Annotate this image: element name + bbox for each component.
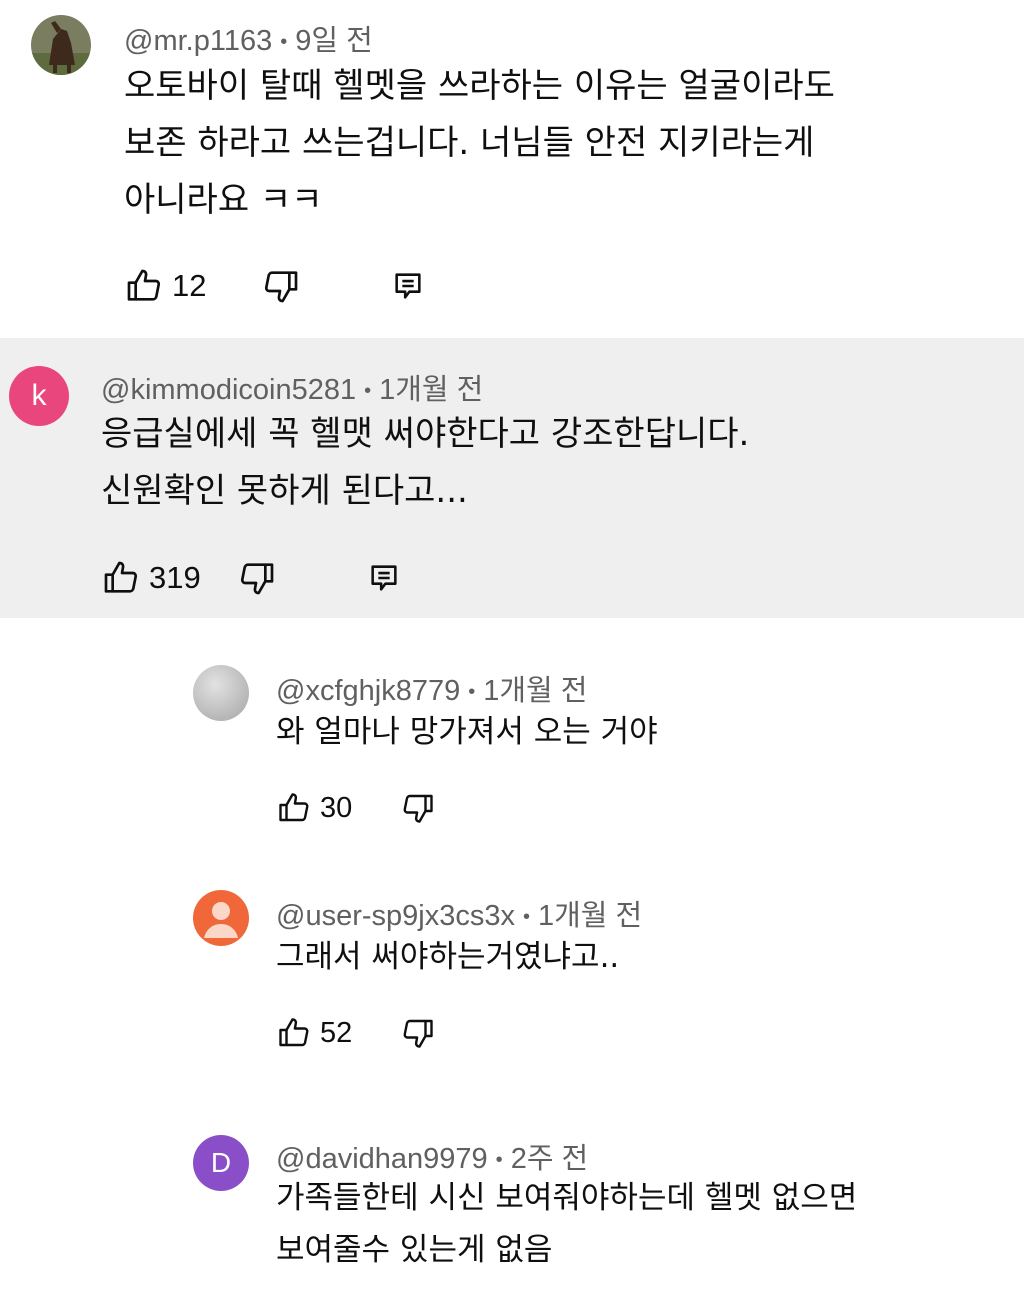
comment-time: 2주 전 — [510, 1143, 589, 1175]
comment-time: 1개월 전 — [537, 900, 643, 932]
comment-line: 신원확인 못하게 된다고... — [101, 471, 468, 511]
comment-line: 와 얼마나 망가져서 오는 거야 — [276, 714, 658, 750]
comment-time: 1개월 전 — [483, 675, 588, 707]
avatar-letter: k — [31, 379, 47, 412]
comment-thread-highlighted: k @kimmodicoin5281 • 1개월 전 응급실에세 꼭 헬맷 써야한다… — [0, 338, 1024, 618]
like-count: 52 — [320, 1016, 353, 1049]
dislike-button[interactable] — [400, 1015, 436, 1051]
reply-icon — [371, 565, 397, 591]
comment-time: 1개월 전 — [379, 374, 484, 406]
author-name[interactable]: @user-sp9jx3cs3x — [276, 900, 515, 932]
thumbs-up-icon — [104, 561, 138, 593]
dislike-button[interactable] — [237, 558, 277, 598]
comment-text: 응급실에세 꼭 헬맷 써야한다고 강조한답니다. 신원확인 못하게 된다고... — [101, 406, 749, 520]
author-name[interactable]: @xcfghjk8779 — [276, 675, 460, 707]
comment-line: 오토바이 탈때 헬멧을 쓰라하는 이유는 얼굴이라도 — [124, 66, 835, 106]
comment-line: 보여줄수 있는게 없음 — [276, 1232, 553, 1268]
like-count: 30 — [320, 791, 353, 824]
comment-actions: 52 — [276, 1015, 436, 1051]
avatar[interactable] — [193, 665, 249, 721]
thumbs-up-icon — [279, 1018, 309, 1047]
comment-line: 가족들한테 시신 보여줘야하는데 헬멧 없으면 — [276, 1180, 858, 1216]
comment-actions: 12 — [124, 266, 425, 306]
reply: @xcfghjk8779 • 1개월 전 와 얼마나 망가져서 오는 거야 30 — [0, 640, 1024, 850]
author-name[interactable]: @davidhan9979 — [276, 1143, 488, 1175]
reply: D @davidhan9979 • 2주 전 가족들한테 시신 보여줘야하는데 헬멧… — [0, 1110, 1024, 1311]
avatar[interactable]: k — [9, 366, 69, 426]
avatar[interactable] — [31, 15, 91, 75]
comment-text: 와 얼마나 망가져서 오는 거야 — [276, 706, 658, 758]
like-button[interactable]: 12 — [124, 266, 206, 306]
thumbs-down-icon — [265, 271, 298, 303]
thumbs-down-icon — [403, 794, 433, 823]
comment-thread: @mr.p1163 • 9일 전 오토바이 탈때 헬멧을 쓰라하는 이유는 얼굴이라… — [0, 0, 1024, 338]
thumbs-down-icon — [403, 1019, 433, 1048]
comment-text: 오토바이 탈때 헬멧을 쓰라하는 이유는 얼굴이라도 보존 하라고 쓰는겁니다.… — [124, 58, 835, 229]
comment-line: 아니라요 ㅋㅋ — [124, 180, 323, 220]
comment-line: 응급실에세 꼭 헬맷 써야한다고 강조한답니다. — [101, 414, 750, 454]
like-button[interactable]: 30 — [276, 790, 352, 826]
author-name[interactable]: @mr.p1163 — [124, 25, 272, 57]
comment-meta: @mr.p1163 • 9일 전 — [124, 25, 373, 57]
reply-button[interactable] — [391, 269, 425, 303]
thumbs-down-icon — [240, 563, 274, 595]
comment-text: 가족들한테 시신 보여줘야하는데 헬멧 없으면 보여줄수 있는게 없음 — [276, 1172, 857, 1276]
comment-meta: @user-sp9jx3cs3x • 1개월 전 — [276, 900, 643, 932]
thumbs-up-icon — [279, 793, 309, 822]
avatar[interactable] — [193, 890, 249, 946]
thumbs-up-icon — [127, 269, 161, 301]
avatar[interactable]: D — [193, 1135, 249, 1191]
comment-meta: @xcfghjk8779 • 1개월 전 — [276, 675, 588, 707]
avatar-photo — [31, 15, 91, 75]
comment-actions: 319 — [101, 558, 401, 598]
like-count: 12 — [172, 268, 207, 303]
like-button[interactable]: 319 — [101, 558, 201, 598]
avatar-letter: D — [210, 1147, 232, 1178]
reply-button[interactable] — [367, 561, 401, 595]
comment-text: 그래서 써야하는거였냐고.. — [276, 931, 619, 983]
comment-meta: @davidhan9979 • 2주 전 — [276, 1143, 589, 1175]
dislike-button[interactable] — [400, 790, 436, 826]
comment-time: 9일 전 — [295, 25, 373, 57]
comment-line: 그래서 써야하는거였냐고.. — [276, 939, 620, 975]
reply: @user-sp9jx3cs3x • 1개월 전 그래서 써야하는거였냐고.. 52 — [0, 865, 1024, 1075]
comment-actions: 30 — [276, 790, 436, 826]
dislike-button[interactable] — [261, 266, 301, 306]
default-user-icon — [204, 902, 238, 938]
reply-icon — [395, 273, 422, 299]
comment-meta: @kimmodicoin5281 • 1개월 전 — [101, 374, 484, 406]
author-name[interactable]: @kimmodicoin5281 — [101, 374, 356, 406]
comment-line: 보존 하라고 쓰는겁니다. 너님들 안전 지키라는게 — [124, 123, 815, 163]
like-count: 319 — [149, 560, 201, 595]
like-button[interactable]: 52 — [276, 1015, 352, 1051]
